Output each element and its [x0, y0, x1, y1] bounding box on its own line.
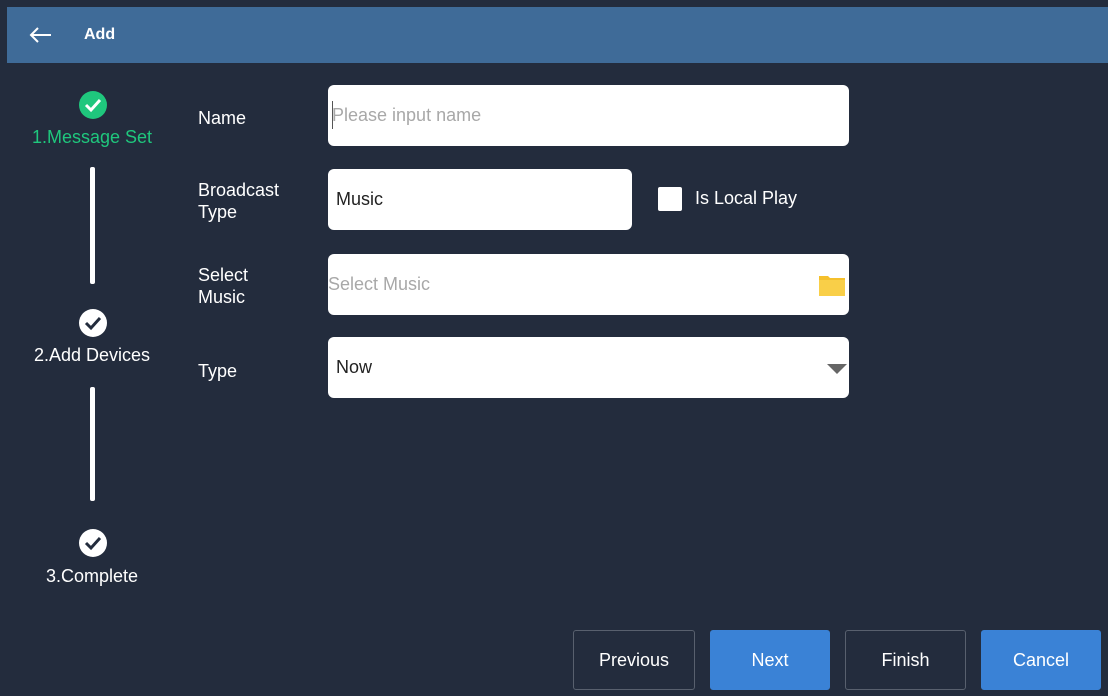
name-label: Name [198, 108, 247, 128]
type-value: Now [336, 357, 373, 377]
next-button[interactable]: Next [710, 630, 830, 690]
local-play-label: Is Local Play [695, 188, 798, 208]
type-label: Type [198, 361, 238, 381]
previous-button[interactable]: Previous [573, 630, 695, 690]
check-circle-icon [79, 309, 107, 337]
check-circle-icon [79, 529, 107, 557]
select-music-label-line2: Music [198, 287, 246, 307]
name-input[interactable] [328, 85, 849, 146]
finish-button[interactable]: Finish [845, 630, 966, 690]
broadcast-type-label-line2: Type [198, 202, 238, 222]
select-music-input[interactable] [328, 254, 849, 315]
dropdown-arrow-icon [827, 364, 847, 374]
step-connector [90, 387, 95, 501]
select-music-field[interactable] [328, 254, 849, 315]
page-title: Add [84, 26, 116, 43]
text-caret [332, 101, 333, 129]
broadcast-type-select[interactable]: Music [328, 169, 632, 230]
step-connector [90, 167, 95, 284]
type-dropdown[interactable]: Now [328, 337, 849, 398]
local-play-checkbox[interactable] [658, 187, 682, 211]
name-field[interactable] [328, 85, 849, 146]
arrow-left-icon [29, 27, 51, 43]
main-content: 1.Message Set 2.Add Devices 3.Complete N… [7, 63, 1108, 696]
folder-icon[interactable] [818, 270, 846, 298]
select-music-label: Select Music [198, 264, 248, 308]
back-button[interactable] [27, 23, 55, 47]
step-3-label: 3.Complete [45, 566, 139, 586]
cancel-button[interactable]: Cancel [981, 630, 1101, 690]
broadcast-type-label: Broadcast Type [198, 179, 279, 223]
check-circle-icon [79, 91, 107, 119]
step-1-label: 1.Message Set [31, 127, 153, 147]
broadcast-type-value: Music [336, 189, 384, 209]
select-music-label-line1: Select [198, 265, 249, 285]
step-2-label: 2.Add Devices [33, 345, 151, 365]
broadcast-type-label-line1: Broadcast [198, 180, 280, 200]
title-bar: Add [7, 7, 1108, 63]
